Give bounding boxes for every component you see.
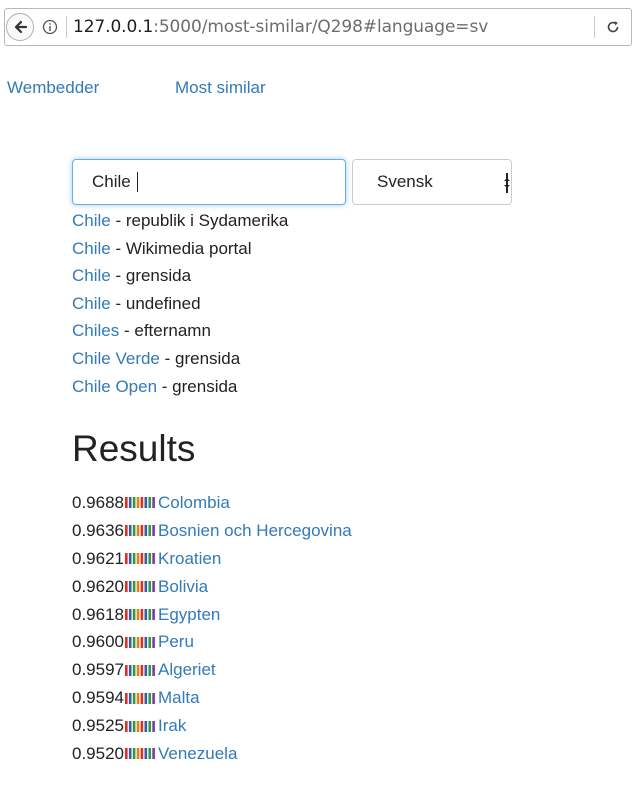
browser-url-bar[interactable]: 127.0.0.1:5000/most-similar/Q298#languag… — [4, 8, 632, 46]
score-bar-icon — [125, 748, 155, 760]
suggestion-separator: - — [119, 321, 135, 341]
result-item: 0.9688 Colombia — [72, 489, 352, 517]
suggestion-separator: - — [110, 266, 126, 286]
url-path: :5000/most-similar/Q298#language=sv — [153, 17, 489, 37]
result-link[interactable]: Algeriet — [158, 658, 216, 682]
score-bar-icon — [125, 609, 155, 620]
result-score: 0.9525 — [72, 716, 124, 736]
result-item: 0.9600 Peru — [72, 628, 352, 656]
suggestion-description: grensida — [172, 376, 238, 396]
suggestion-item[interactable]: Chiles - efternamn — [72, 319, 288, 347]
suggestion-item[interactable]: Chile Open - grensida — [72, 375, 288, 403]
result-item: 0.9621 Kroatien — [72, 545, 352, 573]
result-item: 0.9636 Bosnien och Hercegovina — [72, 517, 352, 545]
score-bar-icon — [125, 581, 155, 593]
suggestion-separator: - — [110, 293, 126, 313]
score-bar-icon — [125, 692, 155, 704]
suggestion-description: Wikimedia portal — [125, 238, 252, 258]
suggestion-label-link[interactable]: Chile Open — [72, 377, 157, 396]
info-icon[interactable] — [42, 19, 58, 35]
suggestion-item[interactable]: Chile - Wikimedia portal — [72, 237, 288, 265]
results-list: 0.9688 Colombia 0.9636 Bosnien och Hercegov… — [72, 489, 352, 768]
result-item: 0.9594 Malta — [72, 684, 352, 712]
score-bar-icon — [125, 525, 155, 537]
result-link[interactable]: Malta — [158, 686, 200, 710]
score-bar-icon — [125, 636, 155, 648]
result-score: 0.9594 — [72, 688, 124, 708]
suggestion-separator: - — [159, 348, 175, 368]
url-separator — [66, 16, 67, 38]
result-score: 0.9636 — [72, 520, 124, 540]
suggestion-list: Chile - republik i Sydamerika Chile - Wik… — [72, 209, 288, 402]
result-link[interactable]: Bosnien och Hercegovina — [158, 519, 352, 543]
score-bar-icon — [125, 497, 155, 509]
suggestion-separator: - — [110, 211, 126, 230]
result-link[interactable]: Kroatien — [158, 547, 221, 571]
url-host: 127.0.0.1 — [73, 17, 154, 37]
suggestion-separator: - — [110, 238, 126, 258]
suggestion-item[interactable]: Chile - grensida — [72, 264, 288, 292]
back-button[interactable] — [6, 13, 34, 41]
result-score: 0.9688 — [72, 492, 124, 512]
result-link[interactable]: Bolivia — [158, 575, 208, 599]
result-item: 0.9597 Algeriet — [72, 656, 352, 684]
result-score: 0.9520 — [72, 743, 124, 763]
suggestion-label-link[interactable]: Chile — [72, 239, 111, 258]
suggestion-label-link[interactable]: Chile — [72, 266, 111, 285]
result-item: 0.9620 Bolivia — [72, 573, 352, 601]
result-link[interactable]: Peru — [158, 630, 194, 654]
result-item: 0.9618 Egypten — [72, 601, 352, 629]
suggestion-label-link[interactable]: Chile — [72, 294, 111, 313]
result-item: 0.9520 Venezuela — [72, 740, 352, 768]
score-bar-icon — [125, 664, 155, 676]
search-input[interactable] — [72, 159, 346, 205]
score-bar-icon — [125, 553, 155, 565]
url-text[interactable]: 127.0.0.1:5000/most-similar/Q298#languag… — [73, 17, 488, 37]
language-select[interactable]: Svensk — [352, 159, 512, 205]
reload-button[interactable] — [595, 19, 631, 35]
result-score: 0.9600 — [72, 632, 124, 652]
suggestion-item[interactable]: Chile - republik i Sydamerika — [72, 209, 288, 237]
suggestion-description: grensida — [175, 348, 241, 368]
result-score: 0.9618 — [72, 604, 124, 624]
language-select-value: Svensk — [377, 172, 433, 191]
suggestion-description: republik i Sydamerika — [125, 211, 289, 230]
result-score: 0.9597 — [72, 660, 124, 680]
suggestion-label-link[interactable]: Chiles — [72, 321, 119, 340]
nav-most-similar-link[interactable]: Most similar — [175, 78, 266, 98]
score-bar-icon — [125, 720, 155, 732]
suggestion-label-link[interactable]: Chile — [72, 211, 111, 230]
suggestion-description: undefined — [125, 293, 201, 313]
text-caret — [137, 172, 138, 192]
suggestion-label-link[interactable]: Chile Verde — [72, 349, 160, 368]
result-score: 0.9620 — [72, 576, 124, 596]
suggestion-description: efternamn — [134, 321, 211, 341]
result-link[interactable]: Venezuela — [158, 742, 237, 766]
result-score: 0.9621 — [72, 548, 124, 568]
reload-icon — [607, 21, 619, 33]
back-arrow-icon — [14, 20, 28, 34]
result-link[interactable]: Egypten — [158, 603, 220, 627]
suggestion-separator: - — [157, 376, 173, 396]
results-heading: Results — [72, 428, 196, 469]
result-link[interactable]: Colombia — [158, 491, 230, 515]
suggestion-item[interactable]: Chile - undefined — [72, 292, 288, 320]
suggestion-item[interactable]: Chile Verde - grensida — [72, 347, 288, 375]
nav-brand-link[interactable]: Wembedder — [7, 78, 99, 98]
suggestion-description: grensida — [125, 266, 192, 286]
result-link[interactable]: Irak — [158, 714, 186, 738]
select-arrows-icon — [503, 168, 510, 198]
result-item: 0.9525 Irak — [72, 712, 352, 740]
